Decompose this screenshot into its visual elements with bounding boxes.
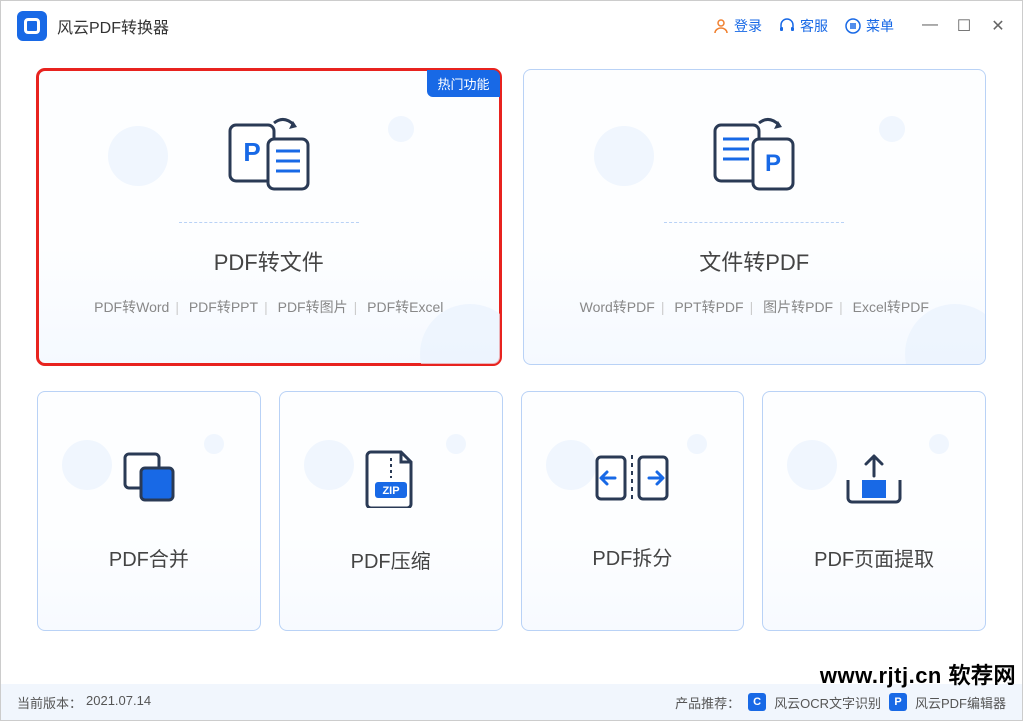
small-card-title: PDF压缩: [351, 545, 431, 574]
split-icon: [593, 451, 671, 510]
titlebar: 风云PDF转换器 登录 客服 菜单 — ☐ ✕: [1, 1, 1022, 51]
app-logo: [17, 11, 47, 41]
window-controls: — ☐ ✕: [922, 16, 1006, 36]
menu-icon: [844, 17, 862, 35]
header-actions: 登录 客服 菜单 — ☐ ✕: [712, 16, 1006, 36]
card-pdf-compress[interactable]: ZIP PDF压缩: [279, 391, 503, 631]
small-card-title: PDF合并: [109, 543, 189, 572]
minimize-button[interactable]: —: [922, 16, 938, 36]
app-title: 风云PDF转换器: [57, 14, 169, 38]
watermark: www.rjtj.cn 软荐网: [820, 658, 1016, 690]
opt[interactable]: PDF转Word: [94, 299, 169, 315]
sub-options: Word转PDF| PPT转PDF| 图片转PDF| Excel转PDF: [580, 297, 929, 317]
svg-text:P: P: [765, 150, 781, 177]
card-pdf-split[interactable]: PDF拆分: [521, 391, 745, 631]
opt[interactable]: Word转PDF: [580, 299, 655, 315]
support-button[interactable]: 客服: [778, 16, 828, 36]
card-pdf-to-file[interactable]: 热门功能 P PDF转文件 PDF转Word| PDF转PPT| PDF转: [37, 69, 501, 365]
headset-icon: [778, 17, 796, 35]
sub-options: PDF转Word| PDF转PPT| PDF转图片| PDF转Excel: [94, 297, 443, 317]
opt[interactable]: PDF转图片: [278, 299, 348, 315]
login-button[interactable]: 登录: [712, 16, 762, 36]
pdf-to-file-icon: P: [224, 117, 314, 200]
svg-text:P: P: [243, 137, 260, 167]
extract-icon: [842, 450, 906, 511]
maximize-button[interactable]: ☐: [956, 16, 972, 36]
card-title: 文件转PDF: [699, 245, 809, 277]
bottom-cards-row: PDF合并 ZIP PDF压缩: [37, 391, 986, 631]
divider: [664, 222, 844, 223]
login-label: 登录: [734, 16, 762, 36]
opt[interactable]: PDF转Excel: [367, 299, 443, 315]
card-pdf-merge[interactable]: PDF合并: [37, 391, 261, 631]
user-icon: [712, 17, 730, 35]
support-label: 客服: [800, 16, 828, 36]
opt[interactable]: PDF转PPT: [189, 299, 258, 315]
small-card-title: PDF拆分: [592, 542, 672, 571]
app-logo-glyph: [24, 18, 40, 34]
version-label: 当前版本：: [17, 693, 82, 712]
menu-button[interactable]: 菜单: [844, 16, 894, 36]
close-button[interactable]: ✕: [990, 16, 1006, 36]
card-title: PDF转文件: [214, 245, 324, 277]
top-cards-row: 热门功能 P PDF转文件 PDF转Word| PDF转PPT| PDF转: [37, 69, 986, 365]
divider: [179, 222, 359, 223]
compress-icon: ZIP: [363, 448, 419, 513]
opt[interactable]: 图片转PDF: [763, 299, 833, 315]
card-pdf-extract[interactable]: PDF页面提取: [762, 391, 986, 631]
recommend-label: 产品推荐：: [675, 693, 740, 712]
opt[interactable]: Excel转PDF: [853, 299, 929, 315]
opt[interactable]: PPT转PDF: [674, 299, 743, 315]
recommend-editor-link[interactable]: 风云PDF编辑器: [915, 693, 1006, 712]
merge-icon: [119, 450, 179, 511]
ocr-product-icon: C: [748, 693, 766, 711]
version-value: 2021.07.14: [86, 693, 151, 712]
main-area: 热门功能 P PDF转文件 PDF转Word| PDF转PPT| PDF转: [1, 51, 1022, 631]
small-card-title: PDF页面提取: [814, 543, 934, 572]
editor-product-icon: P: [889, 693, 907, 711]
hot-badge: 热门功能: [427, 70, 499, 97]
svg-text:ZIP: ZIP: [382, 485, 399, 497]
recommend-ocr-link[interactable]: 风云OCR文字识别: [774, 693, 881, 712]
menu-label: 菜单: [866, 16, 894, 36]
file-to-pdf-icon: P: [709, 117, 799, 200]
card-file-to-pdf[interactable]: P 文件转PDF Word转PDF| PPT转PDF| 图片转PDF| Exce…: [523, 69, 987, 365]
